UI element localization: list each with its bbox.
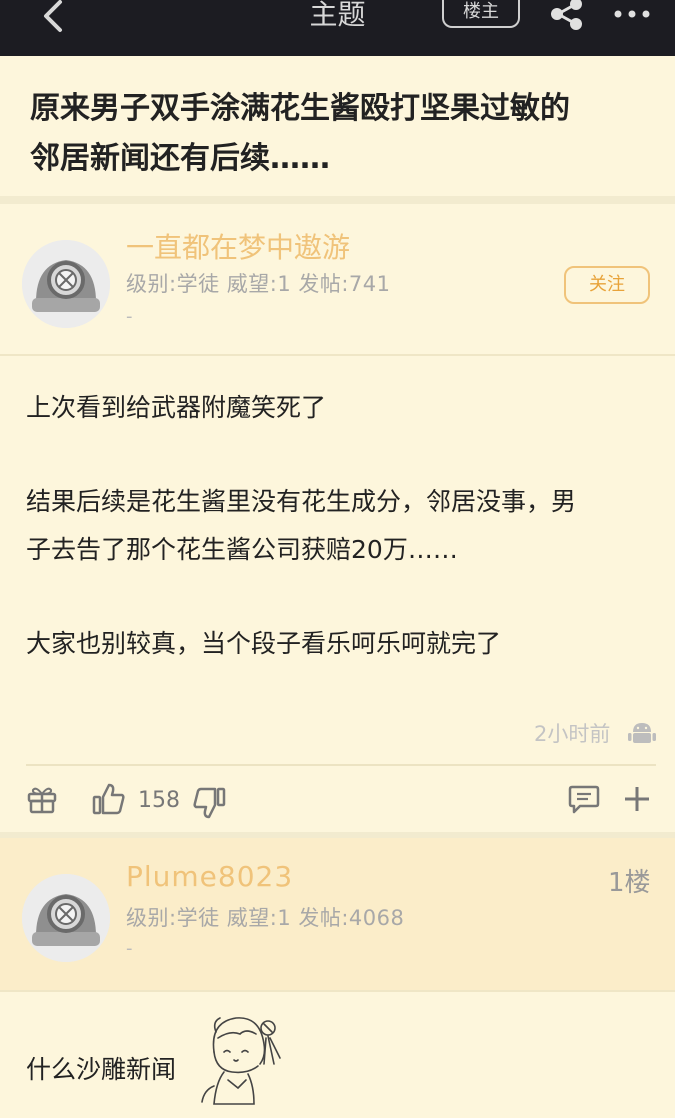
avatar[interactable] <box>22 240 110 328</box>
comment-icon[interactable] <box>568 784 600 814</box>
follow-button[interactable]: 关注 <box>564 266 650 304</box>
like-count: 158 <box>138 788 180 813</box>
reply-text: 什么沙雕新闻 <box>26 1055 177 1084</box>
divider <box>0 354 675 356</box>
post-title-line: 邻居新闻还有后续…… <box>30 141 330 176</box>
post-paragraph: 大家也别较真，当个段子看乐呵乐呵就完了 <box>26 629 502 658</box>
diver-helmet-avatar-icon <box>22 874 110 962</box>
thumbs-up-icon[interactable] <box>92 782 126 816</box>
anime-girl-sticker-icon <box>201 1017 281 1105</box>
reply-author-stats: 级别:学徒 威望:1 发帖:4068 <box>126 906 405 930</box>
diver-helmet-avatar-icon <box>22 240 110 328</box>
reply-signature: - <box>126 938 133 959</box>
divider <box>0 990 675 992</box>
top-navigation-bar: 主题 楼主 <box>0 0 675 56</box>
plus-icon[interactable] <box>622 784 652 814</box>
divider <box>26 764 656 766</box>
avatar[interactable] <box>22 874 110 962</box>
post-paragraph: 结果后续是花生酱里没有花生成分，邻居没事，男 <box>26 487 577 516</box>
post-body: 上次看到给武器附魔笑死了 结果后续是花生酱里没有花生成分，邻居没事，男 子去告了… <box>26 384 656 668</box>
owner-only-toggle[interactable]: 楼主 <box>442 0 520 28</box>
author-stats: 级别:学徒 威望:1 发帖:741 <box>126 272 391 296</box>
post-title-line: 原来男子双手涂满花生酱殴打坚果过敏的 <box>30 91 570 126</box>
reply-username[interactable]: Plume8023 <box>126 860 293 893</box>
post-paragraph: 上次看到给武器附魔笑死了 <box>26 393 327 422</box>
gift-icon[interactable] <box>26 784 58 814</box>
post-title: 原来男子双手涂满花生酱殴打坚果过敏的 邻居新闻还有后续…… <box>30 84 650 184</box>
android-icon <box>628 723 656 743</box>
section-divider <box>0 196 675 204</box>
reply-author-block: Plume8023 1楼 级别:学徒 威望:1 发帖:4068 - <box>0 838 675 990</box>
author-block: 一直都在梦中遨游 级别:学徒 威望:1 发帖:741 - 关注 <box>0 204 675 354</box>
post-paragraph: 子去告了那个花生酱公司获赔20万…… <box>26 535 458 564</box>
author-signature: - <box>126 306 133 327</box>
floor-number: 1楼 <box>608 868 651 898</box>
more-icon[interactable] <box>612 0 652 30</box>
thumbs-down-icon[interactable] <box>192 786 226 820</box>
author-username[interactable]: 一直都在梦中遨游 <box>126 226 350 266</box>
share-icon[interactable] <box>548 0 586 30</box>
post-time: 2小时前 <box>534 722 611 746</box>
